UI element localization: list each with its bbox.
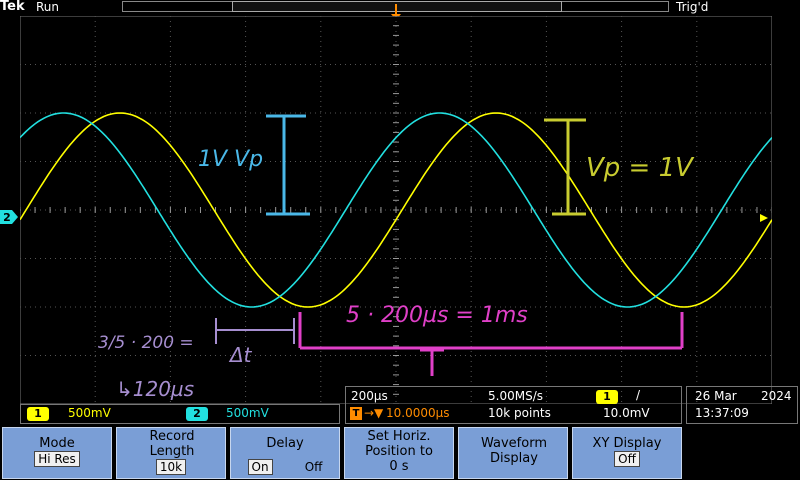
softkey-mode-title: Mode	[39, 436, 75, 451]
brand-logo: Tek	[0, 0, 25, 14]
softkey-record-length-title: Record Length	[149, 429, 195, 459]
datetime-readout: 26 Mar 2024 13:37:09	[686, 386, 798, 424]
softkey-waveform-display[interactable]: Waveform Display	[458, 427, 568, 479]
sample-rate: 5.00MS/s	[488, 389, 543, 403]
trigger-level: 10.0mV	[603, 406, 650, 420]
time-per-div: 200µs	[351, 389, 388, 403]
horizontal-trigger-readout: 200µs 5.00MS/s 1 / T →▼ 10.0000µs 10k po…	[345, 386, 682, 424]
phase-calc: 3/5 · 200 =	[98, 333, 194, 353]
softkey-record-length[interactable]: Record Length 10k	[116, 427, 226, 479]
trigger-status: Trig'd	[676, 0, 709, 14]
trigger-slope-icon: /	[636, 388, 641, 402]
softkey-mode-value: Hi Res	[34, 451, 80, 467]
ch1-scale: 500mV	[68, 406, 111, 420]
softkey-xy-display[interactable]: XY Display Off	[572, 427, 682, 479]
waveform-display: 1V Vp Vp = 1V 5 · 200µs = 1ms 3/5 · 200 …	[20, 16, 772, 404]
svg-text:2: 2	[3, 211, 11, 224]
phase-result: ↳120µs	[116, 377, 194, 401]
yellow-vp-label: Vp = 1V	[586, 153, 695, 183]
ch2-badge[interactable]: 2	[186, 407, 208, 421]
softkey-record-length-value: 10k	[155, 459, 187, 475]
softkey-set-horiz-position[interactable]: Set Horiz. Position to 0 s	[344, 427, 454, 479]
softkey-delay-title: Delay	[266, 436, 304, 451]
softkey-waveform-display-title: Waveform Display	[481, 436, 547, 466]
trigger-arrow-icon: →▼	[364, 406, 384, 420]
softkey-mode[interactable]: Mode Hi Res	[2, 427, 112, 479]
acquisition-status: Run	[36, 0, 60, 14]
trigger-position: 10.0000µs	[386, 406, 450, 420]
softkey-delay[interactable]: Delay On Off	[230, 427, 340, 479]
record-points: 10k points	[488, 406, 551, 420]
softkey-set-horiz-title: Set Horiz. Position to 0 s	[365, 429, 433, 474]
ch1-badge[interactable]: 1	[27, 407, 49, 421]
cyan-vp-label: 1V Vp	[198, 147, 263, 172]
ch2-scale: 500mV	[226, 406, 269, 420]
trigger-source-badge: 1	[596, 390, 618, 404]
trigger-position-icon: T	[350, 407, 362, 420]
year: 2024	[761, 389, 792, 403]
period-equation: 5 · 200µs = 1ms	[346, 303, 528, 328]
date: 26 Mar	[695, 389, 737, 403]
softkey-delay-on: On	[247, 459, 273, 475]
ch2-ground-marker[interactable]: 2	[0, 209, 20, 225]
time: 13:37:09	[695, 406, 749, 420]
softkey-xy-display-title: XY Display	[592, 436, 662, 451]
delta-t-label: Δt	[228, 343, 253, 367]
softkey-xy-display-value: Off	[614, 451, 640, 467]
softkey-delay-off: Off	[304, 460, 323, 474]
